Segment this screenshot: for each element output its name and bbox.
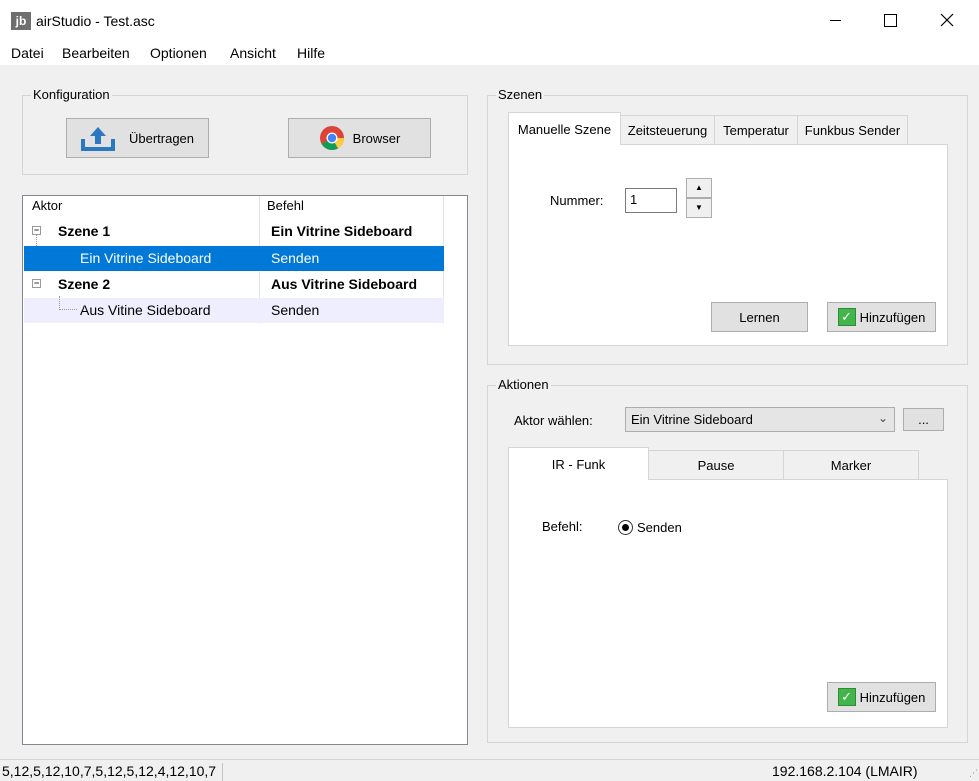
- szenen-label: Szenen: [496, 87, 545, 102]
- aktion-hinzufuegen-button[interactable]: ✓ Hinzufügen: [827, 682, 936, 712]
- collapse-icon[interactable]: −: [32, 226, 41, 235]
- menu-datei[interactable]: Datei: [11, 45, 44, 61]
- aktor-waehlen-label: Aktor wählen:: [514, 413, 593, 428]
- row-aktor: Aus Vitine Sideboard: [80, 302, 211, 318]
- szene-hinzufuegen-button[interactable]: ✓ Hinzufügen: [827, 302, 936, 332]
- title-bar: jb airStudio - Test.asc: [0, 0, 979, 40]
- close-icon: [940, 13, 954, 27]
- window-title: airStudio - Test.asc: [36, 13, 155, 29]
- chrome-icon: [319, 126, 344, 151]
- upload-button-label: Übertragen: [128, 130, 195, 146]
- nummer-label: Nummer:: [550, 193, 604, 208]
- chevron-down-icon: ⌄: [877, 411, 888, 425]
- tab-pause[interactable]: Pause: [648, 450, 784, 480]
- senden-radio[interactable]: [618, 520, 633, 535]
- upload-button[interactable]: Übertragen: [66, 118, 209, 158]
- check-icon: ✓: [837, 308, 856, 326]
- tree-row-scene[interactable]: − Szene 1 Ein Vitrine Sideboard: [24, 219, 444, 244]
- column-header-befehl[interactable]: Befehl: [267, 198, 304, 213]
- tab-manuelle-szene[interactable]: Manuelle Szene: [508, 112, 621, 145]
- status-code-sequence: 5,12,5,12,10,7,5,12,5,12,4,12,10,7: [2, 763, 224, 781]
- status-bar: 5,12,5,12,10,7,5,12,5,12,4,12,10,7 192.1…: [0, 759, 979, 781]
- tree-line: [59, 309, 77, 310]
- tree-row-scene[interactable]: − Szene 2 Aus Vitrine Sideboard: [24, 272, 444, 297]
- tab-temperatur[interactable]: Temperatur: [714, 115, 798, 145]
- close-button[interactable]: [924, 0, 970, 40]
- senden-radio-label[interactable]: Senden: [637, 520, 682, 535]
- upload-icon: [80, 127, 115, 151]
- row-befehl: Senden: [271, 250, 320, 266]
- more-button[interactable]: ...: [903, 408, 944, 431]
- scene-tree[interactable]: Aktor Befehl − Szene 1 Ein Vitrine Sideb…: [22, 195, 468, 745]
- tree-row-action[interactable]: Ein Vitrine Sideboard Senden: [24, 246, 444, 271]
- tab-zeitsteuerung[interactable]: Zeitsteuerung: [620, 115, 715, 145]
- menu-bar: Datei Bearbeiten Optionen Ansicht Hilfe: [0, 40, 979, 65]
- menu-optionen[interactable]: Optionen: [150, 45, 207, 61]
- column-header-aktor[interactable]: Aktor: [32, 198, 62, 213]
- resize-grip-icon[interactable]: ⋰: [969, 768, 978, 779]
- row-aktor: Ein Vitrine Sideboard: [80, 250, 212, 266]
- spin-down-button[interactable]: ▼: [686, 198, 712, 218]
- menu-bearbeiten[interactable]: Bearbeiten: [62, 45, 130, 61]
- aktor-select-value: Ein Vitrine Sideboard: [631, 412, 753, 427]
- tab-funkbus-sender[interactable]: Funkbus Sender: [797, 115, 908, 145]
- row-befehl: Senden: [271, 302, 320, 318]
- browser-button[interactable]: Browser: [288, 118, 431, 158]
- browser-button-label: Browser: [352, 130, 401, 146]
- tab-ir-funk[interactable]: IR - Funk: [508, 447, 649, 480]
- lernen-button[interactable]: Lernen: [711, 302, 808, 332]
- row-aktor: Szene 2: [58, 276, 111, 292]
- nummer-input[interactable]: 1: [625, 188, 677, 213]
- hinzufuegen-label: Hinzufügen: [859, 309, 926, 325]
- status-connection: 192.168.2.104 (LMAIR): [772, 763, 918, 779]
- spin-up-button[interactable]: ▲: [686, 178, 712, 198]
- app-icon: jb: [11, 12, 31, 30]
- aktionen-label: Aktionen: [496, 377, 551, 392]
- tree-row-action[interactable]: Aus Vitine Sideboard Senden: [24, 296, 444, 323]
- tab-marker[interactable]: Marker: [783, 450, 919, 480]
- row-befehl: Ein Vitrine Sideboard: [271, 223, 413, 239]
- check-icon: ✓: [837, 688, 856, 706]
- tree-line: [59, 296, 60, 310]
- konfiguration-label: Konfiguration: [31, 87, 112, 102]
- collapse-icon[interactable]: −: [32, 279, 41, 288]
- maximize-button[interactable]: [866, 0, 912, 40]
- row-befehl: Aus Vitrine Sideboard: [271, 276, 417, 292]
- befehl-label: Befehl:: [542, 519, 583, 534]
- menu-hilfe[interactable]: Hilfe: [297, 45, 325, 61]
- hinzufuegen-label: Hinzufügen: [859, 689, 926, 705]
- row-aktor: Szene 1: [58, 223, 111, 239]
- aktor-select[interactable]: Ein Vitrine Sideboard ⌄: [625, 407, 895, 432]
- minimize-button[interactable]: [812, 0, 858, 40]
- menu-ansicht[interactable]: Ansicht: [230, 45, 276, 61]
